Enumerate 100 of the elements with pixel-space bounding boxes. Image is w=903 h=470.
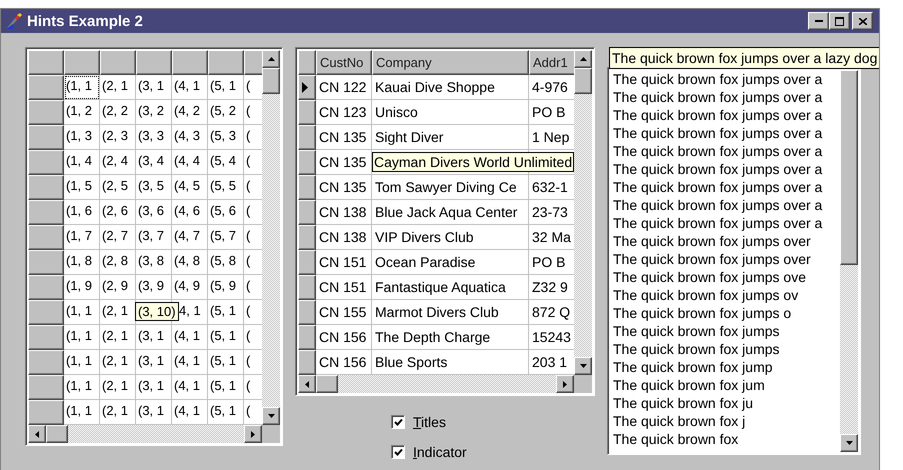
table-cell[interactable]: (4, 1 <box>172 375 208 400</box>
list-item[interactable]: The quick brown fox jumps over a <box>613 70 840 88</box>
scroll-up-button[interactable] <box>262 50 280 68</box>
checkbox[interactable] <box>391 445 405 459</box>
table-cell[interactable]: (2, 3 <box>100 125 136 150</box>
table-cell[interactable]: (1, 1 <box>64 300 100 325</box>
table-cell[interactable]: (5, 2 <box>208 100 244 125</box>
table-cell[interactable]: (1, 5 <box>64 175 100 200</box>
table-cell[interactable]: (5, 1 <box>208 325 244 350</box>
column-header[interactable]: Company <box>372 50 529 75</box>
table-cell[interactable]: (3, 7 <box>136 225 172 250</box>
row-indicator[interactable] <box>298 300 316 325</box>
checkbox[interactable] <box>391 415 405 429</box>
list-item[interactable]: The quick brown fox jumps over a <box>613 124 840 142</box>
scroll-down-button[interactable] <box>574 357 592 375</box>
scroll-thumb[interactable] <box>262 68 280 94</box>
table-cell[interactable]: (2, 4 <box>100 150 136 175</box>
table-cell[interactable]: (3, 2 <box>136 100 172 125</box>
list-item[interactable]: The quick brown fox jumps <box>613 322 840 340</box>
table-cell[interactable]: (2, 6 <box>100 200 136 225</box>
table-cell[interactable]: (3, 1 <box>136 75 172 100</box>
row-indicator[interactable] <box>298 225 316 250</box>
table-cell[interactable]: (4, 2 <box>172 100 208 125</box>
scroll-down-button[interactable] <box>840 434 858 452</box>
list-item[interactable]: The quick brown fox jumps over <box>613 250 840 268</box>
table-cell[interactable]: (1, 8 <box>64 250 100 275</box>
list-item[interactable]: The quick brown fox jumps ove <box>613 268 840 286</box>
list-item[interactable]: The quick brown fox jumps over a <box>613 142 840 160</box>
table-cell[interactable]: (4, 5 <box>172 175 208 200</box>
table-cell[interactable]: (4, 1 <box>172 325 208 350</box>
scroll-left-button[interactable] <box>298 375 316 393</box>
maximize-button[interactable] <box>829 12 850 30</box>
scroll-thumb[interactable] <box>316 375 338 393</box>
table-cell[interactable]: (5, 8 <box>208 250 244 275</box>
column-header[interactable]: CustNo <box>316 50 372 75</box>
table-cell[interactable]: (1, 1 <box>64 325 100 350</box>
table-cell[interactable]: (2, 1 <box>100 325 136 350</box>
table-cell[interactable]: (1, 6 <box>64 200 100 225</box>
table-cell[interactable]: (1, 1 <box>64 375 100 400</box>
table-cell[interactable]: (5, 1 <box>208 350 244 375</box>
list-item[interactable]: The quick brown fox jumps over <box>613 232 840 250</box>
row-indicator[interactable] <box>298 250 316 275</box>
table-cell[interactable]: (4, 4 <box>172 150 208 175</box>
row-indicator[interactable] <box>298 325 316 350</box>
table-cell[interactable]: (3, 6 <box>136 200 172 225</box>
table-cell[interactable]: (5, 4 <box>208 150 244 175</box>
scroll-thumb[interactable] <box>46 425 68 443</box>
row-indicator[interactable] <box>298 350 316 375</box>
table-cell[interactable]: (1, 1 <box>64 350 100 375</box>
table-cell[interactable]: (5, 1 <box>208 375 244 400</box>
table-cell[interactable]: (1, 7 <box>64 225 100 250</box>
table-cell[interactable]: (4, 3 <box>172 125 208 150</box>
table-cell[interactable]: (5, 9 <box>208 275 244 300</box>
table-cell[interactable]: (4, 8 <box>172 250 208 275</box>
scroll-right-button[interactable] <box>556 375 574 393</box>
list-item[interactable]: The quick brown fox <box>613 430 840 448</box>
table-cell[interactable]: (3, 3 <box>136 125 172 150</box>
checkbox-label[interactable]: Titles <box>413 414 446 430</box>
row-indicator[interactable] <box>298 125 316 150</box>
scroll-right-button[interactable] <box>244 425 262 443</box>
table-cell[interactable]: (3, 1 <box>136 375 172 400</box>
table-cell[interactable]: (4, 7 <box>172 225 208 250</box>
table-cell[interactable]: (1, 2 <box>64 100 100 125</box>
table-cell[interactable]: (4, 9 <box>172 275 208 300</box>
table-cell[interactable]: (3, 5 <box>136 175 172 200</box>
scroll-thumb[interactable] <box>840 70 858 265</box>
close-button[interactable] <box>852 12 873 30</box>
table-cell[interactable]: (3, 8 <box>136 250 172 275</box>
list-item[interactable]: The quick brown fox jumps o <box>613 304 840 322</box>
scroll-thumb[interactable] <box>574 68 592 94</box>
table-cell[interactable]: (5, 6 <box>208 200 244 225</box>
table-cell[interactable]: (2, 1 <box>100 350 136 375</box>
table-cell[interactable]: (5, 1 <box>208 300 244 325</box>
list-item[interactable]: The quick brown fox jumps <box>613 340 840 358</box>
list-item[interactable]: The quick brown fox jumps over a <box>613 106 840 124</box>
table-cell[interactable]: (5, 5 <box>208 175 244 200</box>
row-indicator[interactable] <box>298 275 316 300</box>
table-cell[interactable]: (4, 6 <box>172 200 208 225</box>
list-item[interactable]: The quick brown fox jumps over a <box>613 88 840 106</box>
table-cell[interactable]: (4, 1 <box>172 75 208 100</box>
table-cell[interactable]: (1, 9 <box>64 275 100 300</box>
table-cell[interactable]: (2, 1 <box>100 375 136 400</box>
scroll-up-button[interactable] <box>574 50 592 68</box>
table-cell[interactable]: (5, 3 <box>208 125 244 150</box>
table-cell[interactable]: (2, 1 <box>100 75 136 100</box>
scroll-left-button[interactable] <box>28 425 46 443</box>
table-cell[interactable]: (3, 1 <box>136 325 172 350</box>
table-cell[interactable]: (2, 7 <box>100 225 136 250</box>
list-item[interactable]: The quick brown fox j <box>613 412 840 430</box>
list-item[interactable]: The quick brown fox ju <box>613 394 840 412</box>
scroll-down-button[interactable] <box>262 407 280 425</box>
row-indicator[interactable] <box>298 175 316 200</box>
row-indicator[interactable] <box>298 150 316 175</box>
table-cell[interactable]: (5, 7 <box>208 225 244 250</box>
table-cell[interactable]: (1, 3 <box>64 125 100 150</box>
minimize-button[interactable] <box>808 12 829 30</box>
checkbox-label[interactable]: Indicator <box>413 444 467 460</box>
table-cell[interactable]: (2, 8 <box>100 250 136 275</box>
table-cell[interactable]: (1, 1 <box>64 75 100 100</box>
table-cell[interactable]: (3, 9 <box>136 275 172 300</box>
